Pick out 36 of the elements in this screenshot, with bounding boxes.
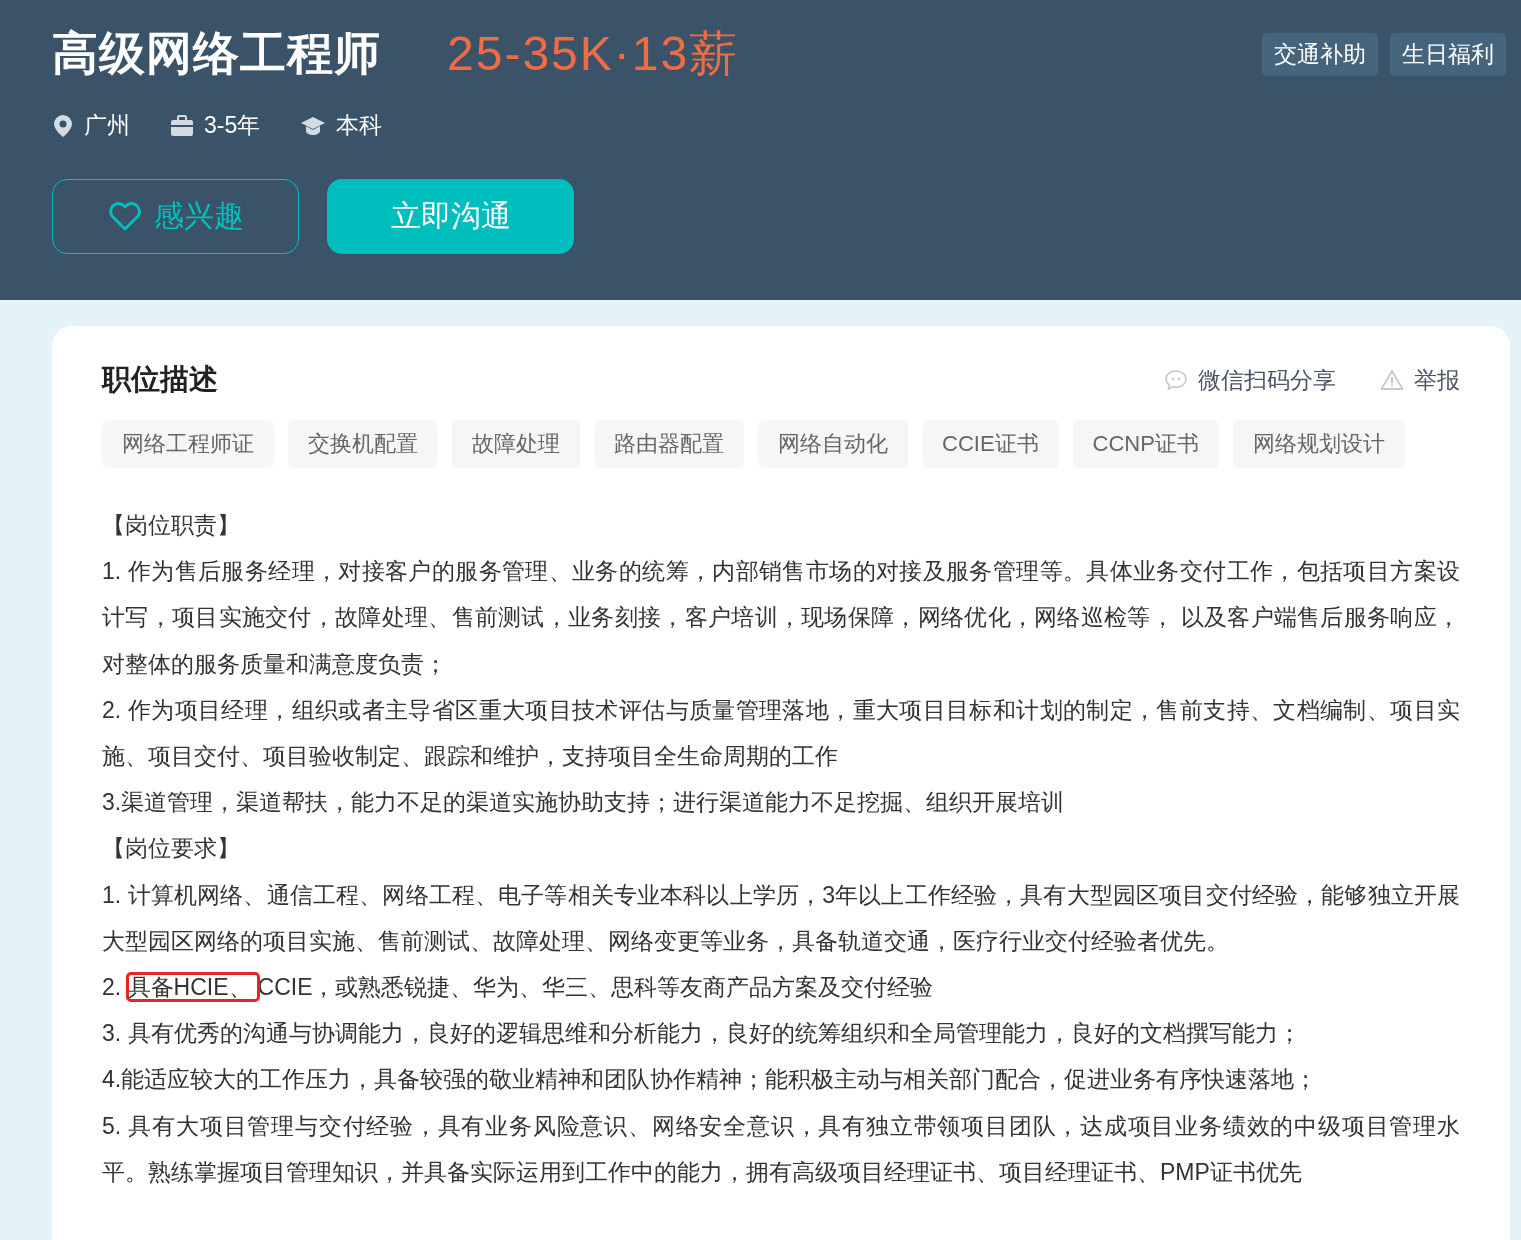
skill-tag: CCNP证书 — [1072, 420, 1219, 468]
chat-bubble-icon — [1164, 369, 1188, 391]
paragraph-text: 5. 具有大项目管理与交付经验，具有业务风险意识、网络安全意识，具有独立带领项目团队，达成项目业务绩效的中级项目管理水平。熟练掌握项目管理知识，并具备实际运用到工作中的能力，拥有高级项目经理证书、项目经理证书、PMP证书优先 — [102, 1111, 1460, 1187]
skill-tag: 网络自动化 — [758, 420, 908, 468]
paragraph-text: 2. 作为项目经理，组织或者主导省区重大项目技术评估与质量管理落地，重大项目目标和计划的制定，售前支持、文档编制、项目实施、项目交付、项目验收制定、跟踪和维护，支持项目全生命周期的工作 — [102, 695, 1460, 771]
experience-text: 3-5年 — [204, 111, 261, 140]
graduation-cap-icon — [300, 114, 327, 137]
briefcase-icon — [170, 114, 194, 137]
warning-icon — [1380, 369, 1404, 391]
skill-tag: 网络工程师证 — [102, 420, 274, 468]
heart-icon — [107, 201, 142, 232]
share-link[interactable]: 微信扫码分享 — [1164, 364, 1336, 396]
paragraph-text: 3.渠道管理，渠道帮扶，能力不足的渠道实施协助支持；进行渠道能力不足挖掘、组织开展培训 — [102, 788, 1066, 818]
annotation-frame: 具备HCIE、 — [127, 974, 258, 1001]
benefit-tag: 生日福利 — [1390, 33, 1506, 76]
degree-text: 本科 — [336, 111, 383, 140]
paragraph-text: 1. 计算机网络、通信工程、网络工程、电子等相关专业本科以上学历，3年以上工作经验，具有大型园区项目交付经验，能够独立开展大型园区网络的项目实施、售前测试、故障处理、网络变更等业务，具备轨道交通，医疗行业交付经验者优先。 — [102, 880, 1460, 956]
paragraph-text: 2. — [102, 974, 123, 1001]
skill-tag: 路由器配置 — [594, 420, 744, 468]
skill-tag: 网络规划设计 — [1232, 420, 1405, 468]
location-text: 广州 — [84, 111, 130, 140]
section-title: 职位描述 — [102, 362, 218, 397]
skill-tag: CCIE证书 — [922, 420, 1059, 468]
paragraph-text: 4.能适应较大的工作压力，具备较强的敬业精神和团队协作精神；能积极主动与相关部门配合，促进业务有序快速落地； — [102, 1065, 1319, 1095]
location-pin-icon — [52, 113, 74, 138]
job-title: 高级网络工程师 — [52, 26, 381, 81]
skill-tag: 故障处理 — [452, 420, 580, 468]
paragraph-text: CCIE，或熟悉锐捷、华为、华三、思科等友商产品方案及交付经验 — [257, 974, 934, 1001]
paragraph-text: 【岗位要求】 — [102, 834, 241, 864]
paragraph-text: 1. 作为售后服务经理，对接客户的服务管理、业务的统筹，内部销售市场的对接及服务管理等。具体业务交付工作，包括项目方案设计写，项目实施交付，故障处理、售前测试，业务刻接，客户培训，现场保障，网络优化，网络巡检等， 以及客户端售后服务响应，对整体的服务质量和满意度负责； — [102, 557, 1460, 679]
paragraph-text: 3. 具有优秀的沟通与协调能力，良好的逻辑思维和分析能力，良好的统筹组织和全局管理能力，良好的文档撰写能力； — [102, 1019, 1302, 1049]
report-link[interactable]: 举报 — [1380, 364, 1460, 396]
salary-range: 25-35K·13薪 — [447, 26, 740, 82]
skill-tag: 交换机配置 — [288, 420, 438, 468]
paragraph-text: 【岗位职责】 — [102, 511, 241, 540]
benefit-tag: 交通补助 — [1262, 33, 1378, 76]
